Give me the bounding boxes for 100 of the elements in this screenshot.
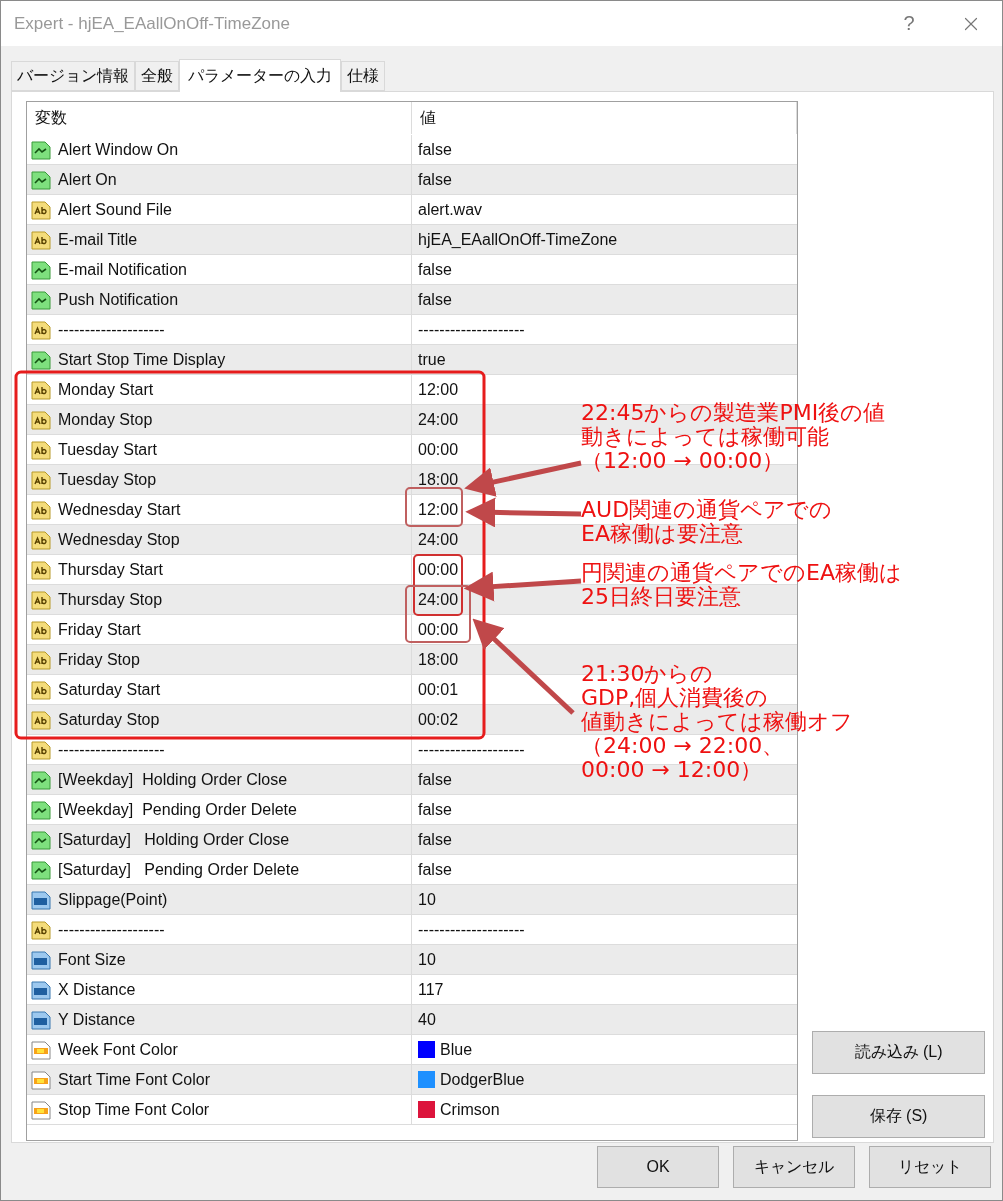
- annotation-text: 00:00 → 12:00）: [581, 758, 763, 782]
- parameter-value: 00:00: [418, 620, 459, 639]
- number-icon: [30, 1008, 52, 1031]
- text-icon: [30, 378, 52, 401]
- parameter-name: Font Size: [58, 950, 126, 969]
- annotation-text: 円関連の通貨ペアでのEA稼働は: [581, 561, 902, 585]
- text-icon: [30, 648, 52, 671]
- parameter-name: Wednesday Stop: [58, 530, 180, 549]
- parameter-value: hjEA_EAallOnOff-TimeZone: [418, 230, 618, 249]
- annotation-text: 値動きによっては稼働オフ: [581, 710, 853, 734]
- parameter-name: Alert Sound File: [58, 200, 172, 219]
- side-button[interactable]: 読み込み (L): [812, 1031, 985, 1074]
- parameter-value: 00:00: [418, 560, 459, 579]
- parameter-value: 00:01: [418, 680, 459, 699]
- tab[interactable]: 全般: [135, 61, 179, 91]
- parameter-name: Saturday Stop: [58, 710, 160, 729]
- parameter-value: false: [418, 290, 452, 309]
- text-icon: [30, 738, 52, 761]
- boolean-icon: [30, 828, 52, 851]
- boolean-icon: [30, 258, 52, 281]
- parameter-value: false: [418, 140, 452, 159]
- parameter-name: [Weekday] Pending Order Delete: [58, 800, 297, 819]
- dialog-button[interactable]: リセット: [869, 1146, 991, 1188]
- parameter-name: Thursday Start: [58, 560, 163, 579]
- parameter-name: Friday Start: [58, 620, 141, 639]
- parameter-value: 24:00: [418, 530, 459, 549]
- help-button[interactable]: ?: [878, 1, 940, 46]
- number-icon: [30, 948, 52, 971]
- parameter-name: --------------------: [58, 740, 165, 759]
- parameter-name: --------------------: [58, 320, 165, 339]
- parameter-name: Friday Stop: [58, 650, 140, 669]
- tab[interactable]: パラメーターの入力: [179, 59, 341, 92]
- parameter-name: Push Notification: [58, 290, 179, 309]
- parameter-name: Slippage(Point): [58, 890, 168, 909]
- parameter-name: E-mail Notification: [58, 260, 187, 279]
- text-icon: [30, 498, 52, 521]
- parameter-name: Monday Stop: [58, 410, 153, 429]
- text-icon: [30, 558, 52, 581]
- text-icon: [30, 588, 52, 611]
- parameter-name: X Distance: [58, 980, 136, 999]
- text-icon: [30, 678, 52, 701]
- parameter-value: --------------------: [418, 920, 525, 939]
- color-icon: [30, 1068, 52, 1091]
- annotation-text: GDP,個人消費後の: [581, 686, 769, 710]
- parameter-value: Blue: [440, 1040, 473, 1059]
- column-header[interactable]: 値: [412, 102, 797, 134]
- parameter-value: 10: [418, 950, 436, 969]
- parameter-value: 18:00: [418, 470, 459, 489]
- parameter-value: false: [418, 800, 452, 819]
- annotation-text: AUD関連の通貨ペアでの: [581, 498, 833, 522]
- color-icon: [30, 1038, 52, 1061]
- boolean-icon: [30, 168, 52, 191]
- parameter-value: 40: [418, 1010, 436, 1029]
- text-icon: [30, 528, 52, 551]
- text-icon: [30, 438, 52, 461]
- parameter-value: false: [418, 260, 452, 279]
- parameter-value: 18:00: [418, 650, 459, 669]
- annotation-text: EA稼働は要注意: [581, 522, 743, 546]
- boolean-icon: [30, 348, 52, 371]
- number-icon: [30, 978, 52, 1001]
- parameter-value: 117: [418, 980, 444, 999]
- text-icon: [30, 918, 52, 941]
- annotation-text: 動きによっては稼働可能: [581, 425, 829, 449]
- text-icon: [30, 708, 52, 731]
- parameter-name: Stop Time Font Color: [58, 1100, 210, 1119]
- parameter-value: 24:00: [418, 410, 459, 429]
- annotation-text: 25日終日要注意: [581, 585, 741, 609]
- parameter-value: false: [418, 830, 452, 849]
- parameter-name: [Saturday] Pending Order Delete: [58, 860, 300, 879]
- text-icon: [30, 198, 52, 221]
- tab[interactable]: 仕様: [341, 61, 385, 91]
- parameter-name: Week Font Color: [58, 1040, 178, 1059]
- parameter-name: Y Distance: [58, 1010, 136, 1029]
- parameter-name: Saturday Start: [58, 680, 161, 699]
- parameter-value: --------------------: [418, 320, 525, 339]
- parameter-name: Thursday Stop: [58, 590, 163, 609]
- parameter-value: 12:00: [418, 380, 459, 399]
- window-title: Expert - hjEA_EAallOnOff-TimeZone: [14, 13, 291, 34]
- parameter-value: DodgerBlue: [440, 1070, 525, 1089]
- side-button[interactable]: 保存 (S): [812, 1095, 985, 1138]
- parameter-value: false: [418, 860, 452, 879]
- text-icon: [30, 228, 52, 251]
- text-icon: [30, 318, 52, 341]
- parameter-value: alert.wav: [418, 200, 483, 219]
- parameter-name: Alert Window On: [58, 140, 179, 159]
- parameter-value: --------------------: [418, 740, 525, 759]
- parameter-value: true: [418, 350, 446, 369]
- parameter-name: Start Stop Time Display: [58, 350, 226, 369]
- tab[interactable]: バージョン情報: [11, 61, 135, 91]
- column-header[interactable]: 変数: [27, 102, 412, 134]
- boolean-icon: [30, 288, 52, 311]
- parameter-value: Crimson: [440, 1100, 500, 1119]
- boolean-icon: [30, 138, 52, 161]
- annotation-text: （12:00 → 00:00）: [581, 449, 785, 473]
- dialog-button[interactable]: キャンセル: [733, 1146, 855, 1188]
- dialog-button[interactable]: OK: [597, 1146, 719, 1188]
- text-icon: [30, 618, 52, 641]
- parameter-value: 12:00: [418, 500, 459, 519]
- parameter-value: 10: [418, 890, 436, 909]
- parameter-value: false: [418, 170, 452, 189]
